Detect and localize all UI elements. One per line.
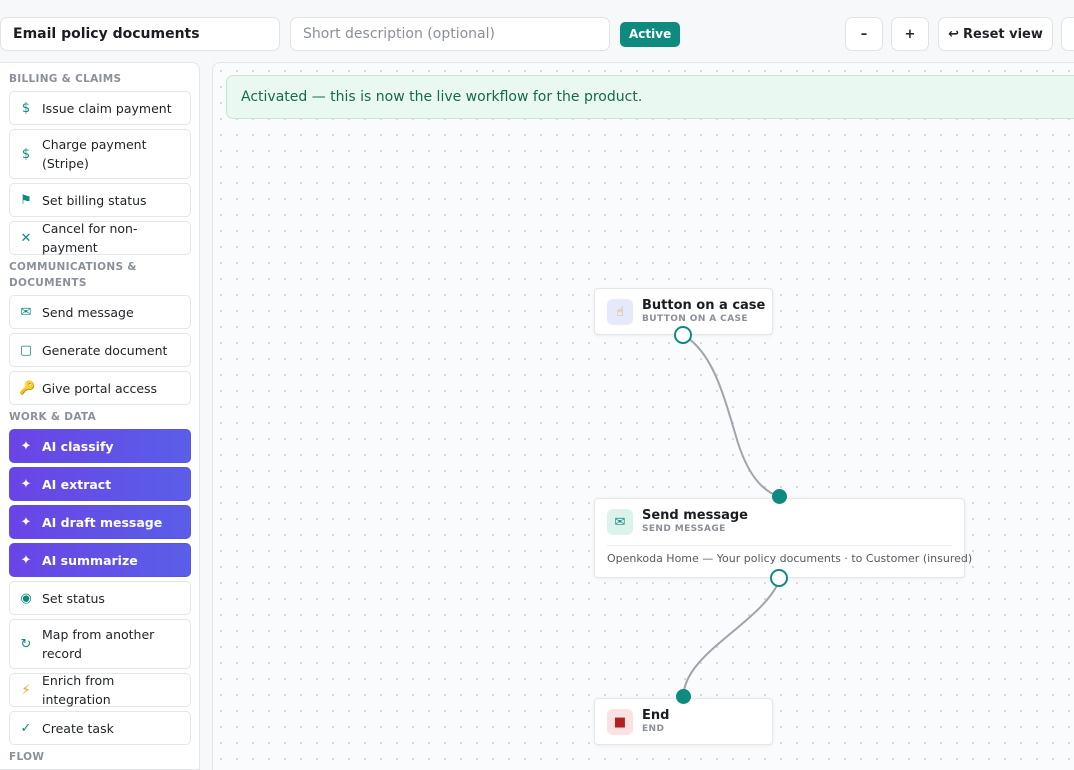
description-input[interactable] (290, 17, 610, 51)
reset-view-button[interactable]: ↩ Reset view (938, 17, 1053, 51)
palette-item-send-message[interactable]: ✉ Send message (9, 295, 191, 329)
output-handle-send[interactable] (770, 569, 788, 587)
palette-item-ai-extract[interactable]: ✦ AI extract (9, 467, 191, 501)
edge-layer (682, 334, 781, 698)
dollar-icon: $ (21, 146, 31, 162)
palette-item-map-from-record[interactable]: ↻ Map from another record (9, 619, 191, 669)
palette-item-generate-document[interactable]: ▢ Generate document (9, 333, 191, 367)
section-title-communications: COMMUNICATIONS & DOCUMENTS (9, 261, 137, 289)
palette-item-set-billing-status[interactable]: ⚑ Set billing status (9, 183, 191, 217)
status-dot-icon: ◉ (20, 590, 32, 606)
key-icon: 🔑 (19, 380, 36, 396)
palette-item-label: AI classify (42, 438, 114, 454)
palette-item-label: Create task (42, 720, 114, 736)
x-icon: ✕ (20, 230, 32, 246)
dollar-icon: $ (21, 100, 31, 116)
palette-item-issue-claim-payment[interactable]: $ Issue claim payment (9, 91, 191, 125)
reset-icon: ↩ (948, 26, 959, 42)
mail-icon: ✉ (607, 509, 633, 535)
workflow-canvas[interactable]: Activated — this is now the live workflo… (212, 62, 1074, 770)
flag-icon: ⚑ (20, 192, 32, 208)
check-icon: ✓ (20, 720, 32, 736)
node-subtitle: BUTTON ON A CASE (642, 314, 748, 324)
palette-item-label: Charge payment (Stripe) (42, 137, 147, 171)
edge-trigger-to-send[interactable] (682, 334, 781, 498)
palette-item-label: Enrich from integration (42, 673, 115, 707)
node-subtitle: END (642, 724, 665, 734)
output-handle-trigger[interactable] (674, 326, 692, 344)
document-icon: ▢ (19, 342, 33, 358)
sparkle-icon: ✦ (20, 552, 32, 568)
stop-icon: ■ (607, 709, 633, 735)
palette-item-label: AI extract (42, 476, 112, 492)
palette-item-give-portal-access[interactable]: 🔑 Give portal access (9, 371, 191, 405)
refresh-icon: ↻ (20, 636, 32, 652)
node-end[interactable]: ■ End END (594, 698, 773, 745)
section-title-billing: BILLING & CLAIMS (9, 73, 122, 85)
palette-item-ai-classify[interactable]: ✦ AI classify (9, 429, 191, 463)
zoom-in-button[interactable]: + (891, 17, 929, 51)
step-palette-sidebar: BILLING & CLAIMS $ Issue claim payment $ C… (0, 62, 200, 770)
node-subtitle: SEND MESSAGE (642, 524, 726, 534)
status-badge: Active (620, 22, 681, 47)
toolbar-overflow-button[interactable] (1061, 17, 1074, 51)
palette-item-label: Cancel for non-payment (42, 221, 138, 255)
node-title: Button on a case (642, 298, 766, 313)
palette-item-create-task[interactable]: ✓ Create task (9, 711, 191, 745)
sparkle-icon: ✦ (20, 514, 32, 530)
palette-item-cancel-non-payment[interactable]: ✕ Cancel for non-payment (9, 221, 191, 255)
palette-item-label: Issue claim payment (42, 100, 172, 116)
sparkle-icon: ✦ (20, 476, 32, 492)
zoom-out-button[interactable]: – (845, 17, 883, 51)
workflow-name-input[interactable] (0, 17, 280, 51)
palette-item-ai-summarize[interactable]: ✦ AI summarize (9, 543, 191, 577)
palette-item-label: Map from another record (42, 627, 155, 661)
node-send-message[interactable]: ✉ Send message SEND MESSAGE Openkoda Hom… (594, 498, 972, 578)
section-title-flow: FLOW (9, 751, 45, 763)
palette-item-label: Set status (42, 590, 105, 606)
palette-item-enrich-integration[interactable]: ⚡ Enrich from integration (9, 673, 191, 707)
input-handle-end[interactable] (676, 689, 691, 704)
palette-item-label: Give portal access (42, 380, 158, 396)
sparkle-icon: ✦ (20, 438, 32, 454)
node-divider (607, 545, 952, 546)
palette-item-label: AI summarize (42, 552, 138, 568)
node-title: End (642, 708, 670, 723)
edge-send-to-end[interactable] (682, 578, 781, 698)
mail-icon: ✉ (20, 304, 32, 320)
lightning-icon: ⚡ (21, 682, 31, 698)
reset-view-label: Reset view (963, 26, 1043, 42)
palette-item-charge-payment[interactable]: $ Charge payment (Stripe) (9, 129, 191, 179)
palette-item-label: Set billing status (42, 192, 147, 208)
section-title-work-data: WORK & DATA (9, 411, 96, 423)
palette-item-set-status[interactable]: ◉ Set status (9, 581, 191, 615)
palette-item-ai-draft-message[interactable]: ✦ AI draft message (9, 505, 191, 539)
palette-item-label: AI draft message (42, 514, 163, 530)
node-detail: Openkoda Home — Your policy documents · … (607, 552, 973, 565)
palette-item-label: Generate document (42, 342, 168, 358)
node-title: Send message (642, 508, 748, 523)
top-bar: Active – + ↩ Reset view (0, 0, 1074, 68)
pointer-hand-icon: ☝ (607, 299, 633, 325)
input-handle-send[interactable] (772, 489, 787, 504)
palette-item-label: Send message (42, 304, 134, 320)
